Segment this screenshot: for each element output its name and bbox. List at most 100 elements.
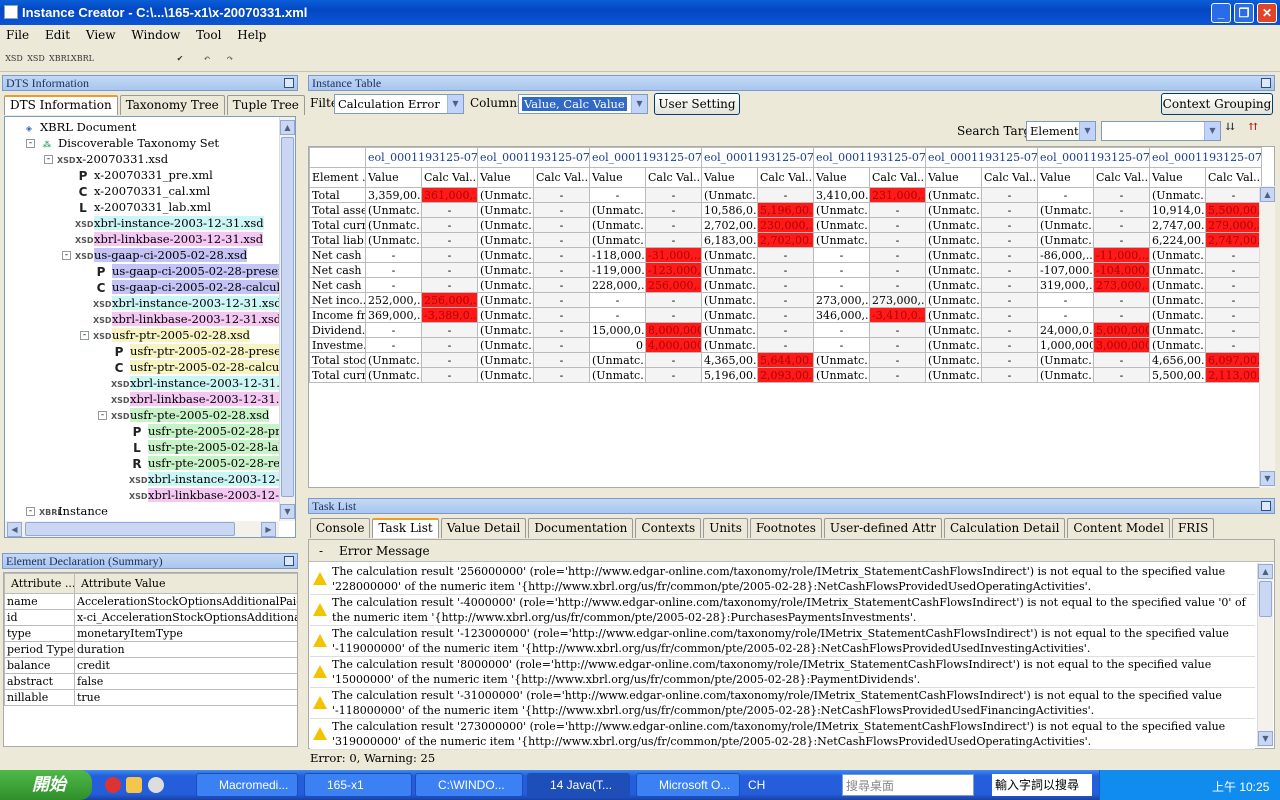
expand-toggle-icon[interactable]: -	[26, 139, 35, 148]
tasklist-vscrollbar[interactable]: ▲ ▼	[1257, 563, 1273, 747]
value-cell[interactable]: -	[869, 337, 926, 353]
value-cell[interactable]: -119,000...	[589, 262, 646, 278]
value-cell[interactable]: (Unmatc...	[365, 367, 422, 383]
quicklaunch-icon[interactable]	[126, 777, 142, 793]
tree-node[interactable]: XSDxbrl-linkbase-2003-12-31.xsd	[75, 231, 264, 247]
scroll-up-icon[interactable]: ▲	[280, 120, 295, 135]
tree-node[interactable]: XSDxbrl-linkbase-2003-12-31.xsd	[93, 311, 282, 327]
value-cell[interactable]: (Unmatc...	[477, 277, 534, 293]
value-cell[interactable]: -	[1205, 247, 1262, 263]
value-cell[interactable]: (Unmatc...	[701, 307, 758, 323]
value-cell[interactable]: (Unmatc...	[925, 202, 982, 218]
value-cell[interactable]: 346,000,...	[813, 307, 870, 323]
tree-node[interactable]: XSDusfr-ptr-2005-02-28.xsd	[93, 327, 251, 343]
value-cell[interactable]: (Unmatc...	[1037, 202, 1094, 218]
value-cell[interactable]: -	[1093, 187, 1150, 203]
quicklaunch-icon[interactable]	[148, 777, 164, 793]
decl-row[interactable]: type monetaryItemType	[4, 625, 297, 642]
value-cell[interactable]: 2,747,00...	[1149, 217, 1206, 233]
value-cell[interactable]: -	[533, 322, 590, 338]
value-cell[interactable]: (Unmatc...	[589, 352, 646, 368]
value-cell[interactable]: -	[981, 232, 1038, 248]
value-cell[interactable]: -	[365, 247, 422, 263]
expand-toggle-icon[interactable]: -	[62, 251, 71, 260]
search-target-select[interactable]: Element ▼	[1026, 121, 1096, 141]
value-column-header[interactable]: Value	[589, 167, 646, 188]
value-cell[interactable]: -	[533, 187, 590, 203]
calc-error-cell[interactable]: -11,000,...	[1093, 247, 1150, 263]
context-column-header[interactable]: eol_0001193125-07...	[365, 147, 478, 168]
calc-error-cell[interactable]: 256,000,...	[421, 292, 478, 308]
tab-footnotes[interactable]: Footnotes	[749, 518, 822, 538]
value-cell[interactable]: (Unmatc...	[925, 367, 982, 383]
tree-node[interactable]: XSDxbrl-instance-2003-12-31.xsd	[75, 215, 264, 231]
value-cell[interactable]: -	[981, 322, 1038, 338]
message-row[interactable]: The calculation result '-4000000' (role=…	[310, 595, 1255, 626]
tree-node[interactable]: XSDx-20070331.xsd	[57, 151, 168, 167]
value-cell[interactable]: -	[981, 337, 1038, 353]
xbrl-icon[interactable]: XBRL	[49, 50, 72, 68]
message-row[interactable]: The calculation result '-31000000' (role…	[310, 688, 1255, 719]
value-cell[interactable]: (Unmatc...	[477, 307, 534, 323]
value-cell[interactable]: 6,183,00...	[701, 232, 758, 248]
decl-row[interactable]: nillable true	[4, 689, 297, 706]
calc-error-cell[interactable]: -3,410,0...	[869, 307, 926, 323]
dts-hscrollbar[interactable]: ◀ ▶	[5, 521, 279, 537]
context-column-header[interactable]: eol_0001193125-07...	[701, 147, 814, 168]
calc-error-cell[interactable]: 256,000,...	[645, 277, 702, 293]
value-cell[interactable]: -	[421, 262, 478, 278]
value-cell[interactable]: -	[365, 277, 422, 293]
value-cell[interactable]: (Unmatc...	[925, 232, 982, 248]
value-cell[interactable]: -	[1093, 367, 1150, 383]
value-cell[interactable]: -	[869, 322, 926, 338]
value-cell[interactable]: (Unmatc...	[925, 307, 982, 323]
tab-fris[interactable]: FRIS	[1171, 518, 1215, 538]
hscroll-thumb[interactable]	[25, 522, 235, 536]
table-row[interactable]: Total3,359,00...361,000,...(Unmatc...---…	[309, 187, 1262, 203]
calc-error-cell[interactable]: -31,000,...	[645, 247, 702, 263]
value-cell[interactable]: (Unmatc...	[925, 337, 982, 353]
quicklaunch-icon[interactable]	[105, 777, 121, 793]
scroll-up-icon[interactable]: ▲	[1260, 187, 1275, 202]
value-cell[interactable]: (Unmatc...	[589, 202, 646, 218]
value-cell[interactable]: -	[589, 187, 646, 203]
clock[interactable]: 上午 10:25	[1212, 778, 1269, 795]
value-cell[interactable]: -	[1093, 232, 1150, 248]
calc-error-cell[interactable]: -3,389,0...	[421, 307, 478, 323]
message-row[interactable]: The calculation result '8000000' (role='…	[310, 657, 1255, 688]
exit-icon[interactable]	[376, 50, 394, 68]
tab-value-detail[interactable]: Value Detail	[440, 518, 527, 538]
table-row[interactable]: Net cash ...--(Unmatc...-228,000,...256,…	[309, 277, 1262, 293]
value-cell[interactable]: -	[589, 307, 646, 323]
value-cell[interactable]: -	[869, 262, 926, 278]
tab-task-list[interactable]: Task List	[372, 518, 439, 538]
context-column-header[interactable]: eol_0001193125-07...	[477, 147, 590, 168]
value-cell[interactable]: (Unmatc...	[365, 202, 422, 218]
calc-error-cell[interactable]: 5,196,00...	[757, 202, 814, 218]
value-cell[interactable]: -	[869, 202, 926, 218]
tree-node[interactable]: ◈ XBRL Document	[21, 119, 136, 135]
value-cell[interactable]: (Unmatc...	[701, 262, 758, 278]
calc-value-column-header[interactable]: Calc Val...	[869, 167, 926, 188]
value-cell[interactable]: -	[981, 367, 1038, 383]
value-cell[interactable]: (Unmatc...	[701, 187, 758, 203]
tab-dts-information[interactable]: DTS Information	[4, 95, 118, 115]
value-cell[interactable]: -	[533, 232, 590, 248]
value-cell[interactable]: -	[645, 352, 702, 368]
tab-contexts[interactable]: Contexts	[635, 518, 702, 538]
tab-tuple-tree[interactable]: Tuple Tree	[226, 95, 305, 115]
tree-node[interactable]: XSDxbrl-instance-2003-12-31.xsd	[129, 471, 295, 487]
value-cell[interactable]: 3,359,00...	[365, 187, 422, 203]
message-row[interactable]: The calculation result '-123000000' (rol…	[310, 626, 1255, 657]
calc-error-cell[interactable]: 231,000,...	[869, 187, 926, 203]
value-cell[interactable]: (Unmatc...	[925, 322, 982, 338]
value-cell[interactable]: (Unmatc...	[925, 262, 982, 278]
value-cell[interactable]: (Unmatc...	[589, 232, 646, 248]
value-cell[interactable]: -	[981, 307, 1038, 323]
value-cell[interactable]: (Unmatc...	[701, 247, 758, 263]
value-cell[interactable]: 15,000,0...	[589, 322, 646, 338]
calc-error-cell[interactable]: 2,113,00...	[1205, 367, 1262, 383]
calc-value-column-header[interactable]: Calc Val...	[757, 167, 814, 188]
value-cell[interactable]: (Unmatc...	[813, 352, 870, 368]
value-cell[interactable]: -	[869, 277, 926, 293]
